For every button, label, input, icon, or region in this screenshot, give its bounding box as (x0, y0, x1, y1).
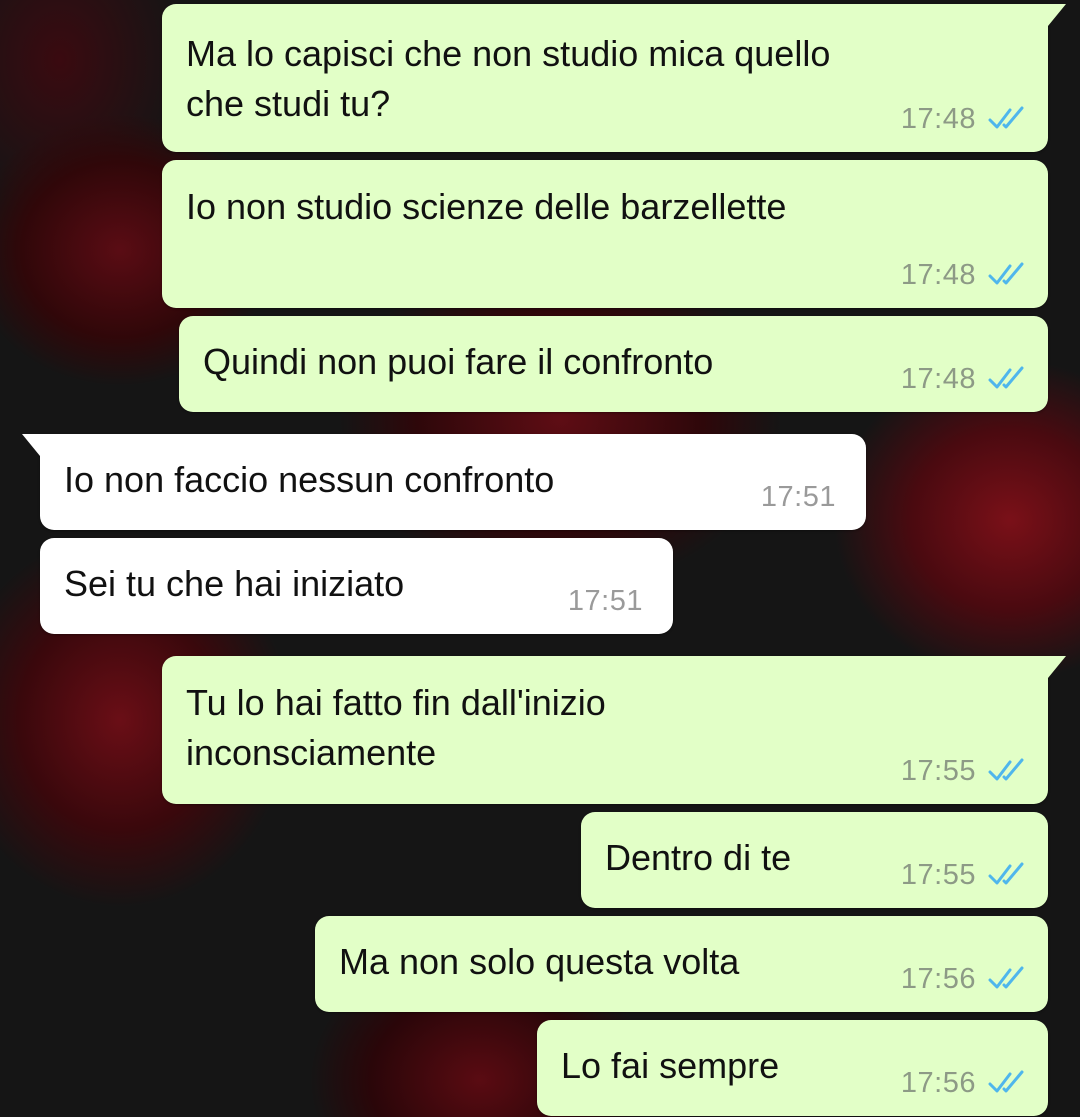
read-double-tick-icon (988, 966, 1024, 989)
message-meta: 17:56 (901, 1066, 1026, 1100)
message-time: 17:56 (900, 962, 976, 995)
message-bubble-outgoing[interactable]: Lo fai sempre 17:56 (537, 1020, 1048, 1116)
message-meta: 17:51 (761, 480, 836, 514)
message-meta: 17:51 (568, 584, 643, 618)
read-double-tick-icon (988, 862, 1024, 885)
read-double-tick-icon (988, 1070, 1024, 1093)
message-bubble-outgoing[interactable]: Dentro di te 17:55 (581, 812, 1048, 908)
message-text: Io non faccio nessun confronto (64, 459, 555, 500)
message-text: Tu lo hai fatto fin dall'inizio inconsci… (186, 682, 606, 773)
message-time: 17:48 (900, 102, 976, 135)
message-time: 17:55 (900, 858, 976, 891)
message-meta: 17:48 (901, 362, 1026, 396)
message-bubble-incoming[interactable]: Io non faccio nessun confronto 17:51 (22, 434, 866, 530)
message-time: 17:48 (900, 258, 976, 291)
message-text: Ma lo capisci che non studio mica quello… (186, 33, 831, 124)
message-meta: 17:48 (901, 102, 1026, 136)
read-double-tick-icon (988, 758, 1024, 781)
message-time: 17:56 (900, 1066, 976, 1099)
message-bubble-outgoing[interactable]: Ma non solo questa volta 17:56 (315, 916, 1048, 1012)
read-double-tick-icon (988, 366, 1024, 389)
message-text: Sei tu che hai iniziato (64, 563, 405, 604)
message-bubble-incoming[interactable]: Sei tu che hai iniziato 17:51 (40, 538, 673, 634)
message-meta: 17:55 (901, 858, 1026, 892)
message-bubble-outgoing[interactable]: Tu lo hai fatto fin dall'inizio inconsci… (162, 656, 1066, 804)
message-text: Quindi non puoi fare il confronto (203, 341, 714, 382)
read-double-tick-icon (988, 106, 1024, 129)
message-meta: 17:56 (901, 962, 1026, 996)
message-meta: 17:48 (901, 258, 1026, 292)
message-time: 17:51 (567, 584, 643, 617)
message-time: 17:55 (900, 754, 976, 787)
message-meta: 17:55 (901, 754, 1026, 788)
message-text: Lo fai sempre (561, 1045, 780, 1086)
message-bubble-outgoing[interactable]: Io non studio scienze delle barzellette … (162, 160, 1048, 308)
read-double-tick-icon (988, 262, 1024, 285)
message-text: Ma non solo questa volta (339, 941, 740, 982)
message-time: 17:48 (900, 362, 976, 395)
message-time: 17:51 (760, 480, 836, 513)
message-text: Dentro di te (605, 837, 792, 878)
message-bubble-outgoing[interactable]: Ma lo capisci che non studio mica quello… (162, 4, 1066, 152)
chat-thread[interactable]: Ma lo capisci che non studio mica quello… (0, 0, 1080, 1117)
message-bubble-outgoing[interactable]: Quindi non puoi fare il confronto 17:48 (179, 316, 1048, 412)
message-text: Io non studio scienze delle barzellette (186, 186, 787, 227)
